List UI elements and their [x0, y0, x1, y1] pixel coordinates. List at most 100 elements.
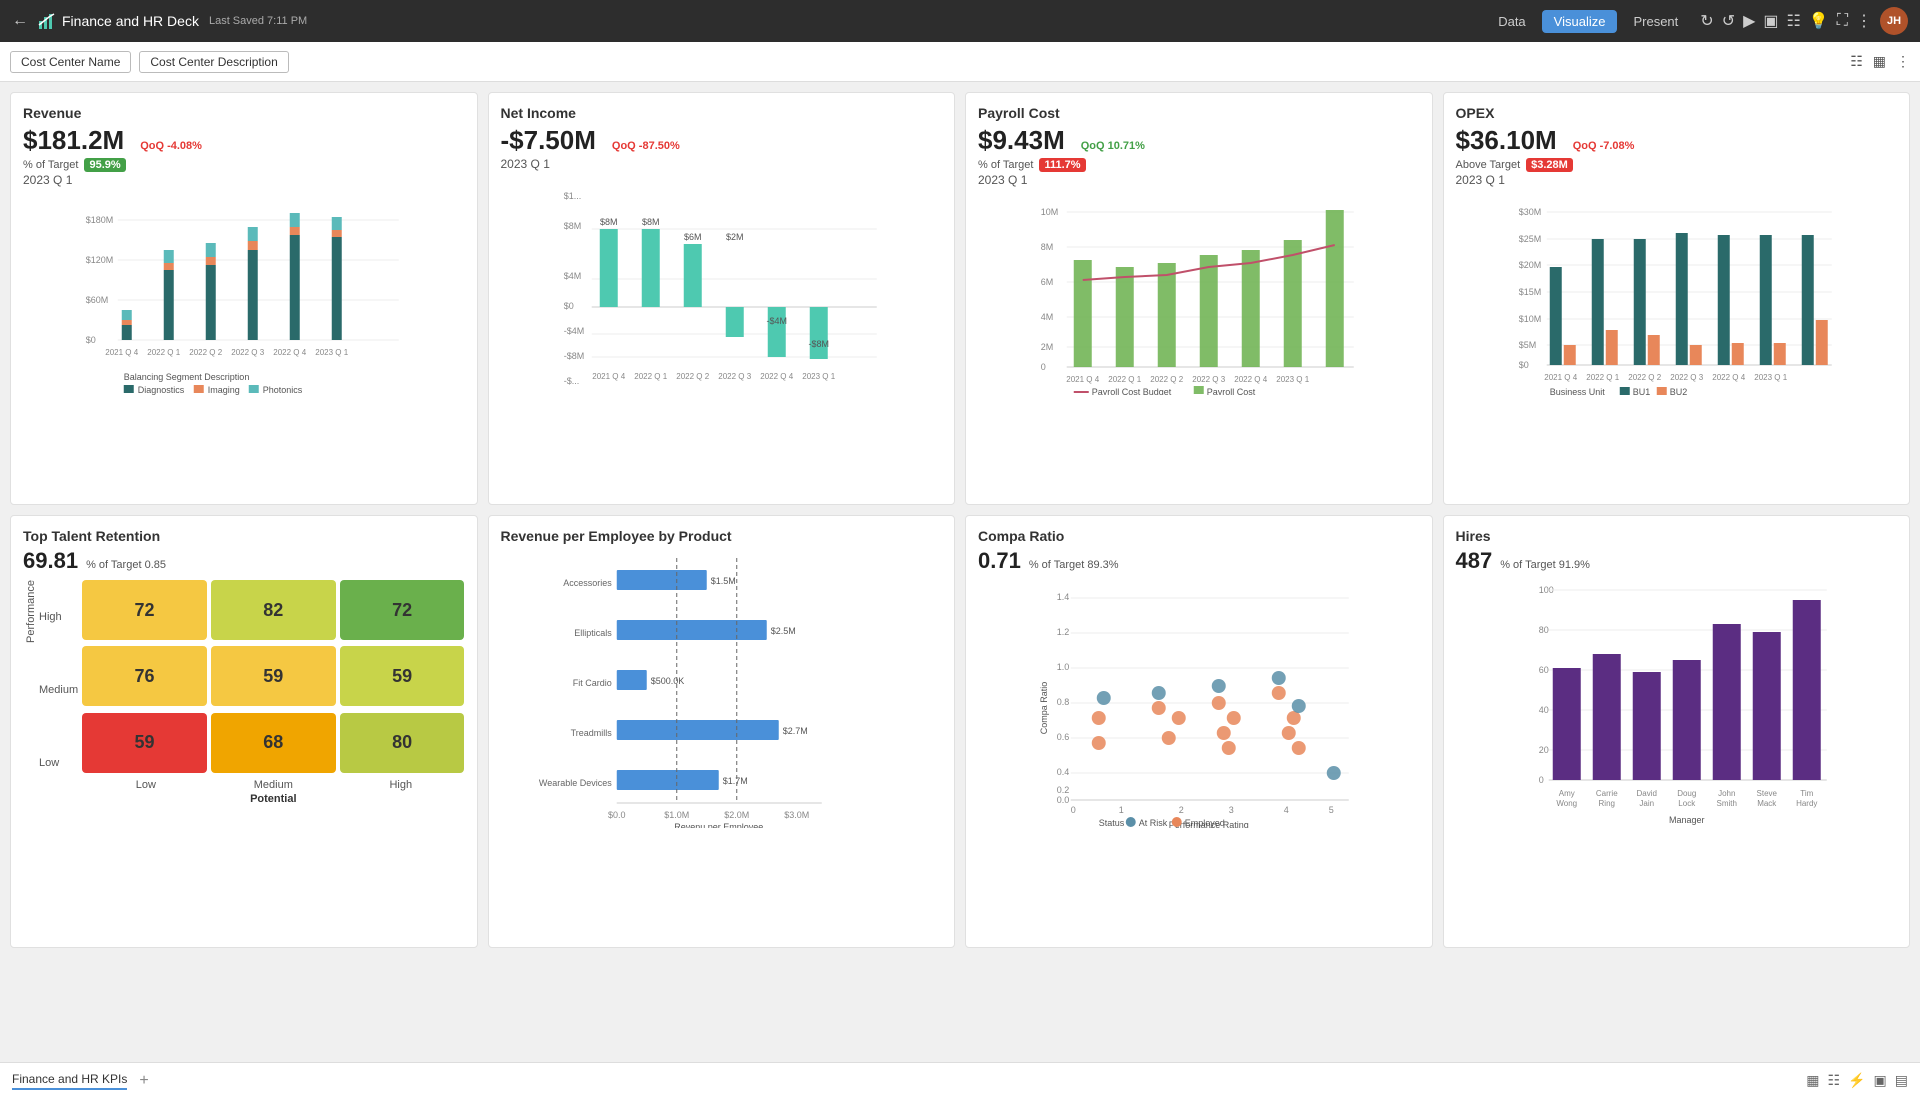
rev-per-employee-title: Revenue per Employee by Product [501, 528, 943, 544]
hires-chart: 100 80 60 40 20 0 [1456, 578, 1898, 841]
svg-text:-$8M: -$8M [563, 351, 584, 361]
layout-icon[interactable]: ▣ [1763, 11, 1778, 31]
nav-data[interactable]: Data [1486, 10, 1537, 33]
svg-text:Carrie: Carrie [1595, 789, 1617, 798]
net-income-chart: $1... $8M $4M $0 -$4M -$8M -$... [501, 179, 943, 392]
svg-text:$10M: $10M [1518, 314, 1541, 324]
filterbar-actions: ☷ ▦ ⋮ [1850, 53, 1910, 70]
back-button[interactable]: ← [12, 12, 28, 30]
svg-text:2022 Q 2: 2022 Q 2 [676, 372, 709, 381]
hires-card: Hires 487 % of Target 91.9% 100 80 60 40… [1443, 515, 1911, 948]
tabbar-kpi-item[interactable]: Finance and HR KPIs [12, 1072, 127, 1090]
svg-text:2022 Q 1: 2022 Q 1 [634, 372, 667, 381]
svg-text:$120M: $120M [86, 255, 114, 265]
lightning-icon[interactable]: ⚡ [1848, 1072, 1865, 1089]
svg-text:2022 Q 2: 2022 Q 2 [1150, 375, 1183, 384]
opex-title: OPEX [1456, 105, 1898, 121]
svg-text:Hardy: Hardy [1796, 799, 1817, 808]
grid-icon[interactable]: ▦ [1873, 53, 1886, 70]
svg-text:BU1: BU1 [1632, 387, 1650, 395]
undo-icon[interactable]: ↻ [1700, 11, 1713, 31]
svg-text:2022 Q 4: 2022 Q 4 [760, 372, 793, 381]
opex-card: OPEX $36.10M QoQ -7.08% Above Target $3.… [1443, 92, 1911, 505]
svg-text:$2.0M: $2.0M [724, 810, 749, 820]
svg-text:2022 Q 2: 2022 Q 2 [1628, 373, 1661, 382]
svg-text:2021 Q 4: 2021 Q 4 [105, 348, 138, 357]
svg-text:2022 Q 3: 2022 Q 3 [1670, 373, 1703, 382]
nav-present[interactable]: Present [1621, 10, 1690, 33]
payroll-card: Payroll Cost $9.43M QoQ 10.71% % of Targ… [965, 92, 1433, 505]
export-icon[interactable]: ⛶ [1837, 12, 1848, 30]
net-income-value: -$7.50M [501, 125, 596, 156]
svg-text:2021 Q 4: 2021 Q 4 [1544, 373, 1577, 382]
svg-text:2022 Q 1: 2022 Q 1 [147, 348, 180, 357]
table-icon[interactable]: ☷ [1787, 11, 1801, 31]
filter-cost-center-desc[interactable]: Cost Center Description [139, 51, 288, 73]
more-options-icon[interactable]: ⋮ [1896, 53, 1910, 70]
tabbar: Finance and HR KPIs + ▦ ☷ ⚡ ▣ ▤ [0, 1062, 1920, 1098]
svg-text:40: 40 [1538, 705, 1548, 715]
svg-text:6M: 6M [1041, 277, 1054, 287]
svg-text:2022 Q 4: 2022 Q 4 [1234, 375, 1267, 384]
filter-icon[interactable]: ☷ [1850, 53, 1863, 70]
layout-mode-icon[interactable]: ▣ [1874, 1072, 1887, 1089]
svg-text:$15M: $15M [1518, 287, 1541, 297]
revenue-period: 2023 Q 1 [23, 173, 465, 187]
table-view-icon[interactable]: ☷ [1828, 1072, 1841, 1089]
svg-text:0.4: 0.4 [1057, 767, 1070, 777]
talent-x-label: Potential [82, 793, 464, 805]
svg-text:-$4M: -$4M [563, 326, 584, 336]
svg-text:60: 60 [1538, 665, 1548, 675]
play-icon[interactable]: ▶ [1743, 11, 1755, 31]
revenue-target: % of Target 95.9% [23, 158, 465, 172]
tabbar-add-button[interactable]: + [139, 1072, 148, 1090]
grid-view-icon[interactable]: ▦ [1806, 1072, 1819, 1089]
compa-ratio-title: Compa Ratio [978, 528, 1420, 544]
talent-cell-high-med: 82 [211, 580, 336, 640]
talent-cell-low-med: 68 [211, 713, 336, 773]
svg-text:$2.5M: $2.5M [770, 626, 795, 636]
talent-cell-high-low: 72 [82, 580, 207, 640]
net-income-period: 2023 Q 1 [501, 157, 943, 171]
svg-text:$1...: $1... [563, 191, 581, 201]
svg-text:2022 Q 1: 2022 Q 1 [1586, 373, 1619, 382]
svg-text:$1.5M: $1.5M [710, 576, 735, 586]
svg-text:3: 3 [1229, 805, 1234, 815]
rev-per-employee-chart: Accessories Ellipticals Fit Cardio Tread… [501, 548, 943, 831]
payroll-title: Payroll Cost [978, 105, 1420, 121]
revenue-card: Revenue $181.2M QoQ -4.08% % of Target 9… [10, 92, 478, 505]
payroll-target: % of Target 111.7% [978, 158, 1420, 172]
svg-text:0.0: 0.0 [1057, 795, 1070, 805]
redo-icon[interactable]: ↺ [1722, 11, 1735, 31]
svg-text:John: John [1718, 789, 1735, 798]
svg-text:$25M: $25M [1518, 234, 1541, 244]
svg-text:David: David [1636, 789, 1656, 798]
user-avatar[interactable]: JH [1880, 7, 1908, 35]
revenue-badge: 95.9% [84, 158, 125, 172]
svg-text:2022 Q 2: 2022 Q 2 [189, 348, 222, 357]
filter-cost-center-name[interactable]: Cost Center Name [10, 51, 131, 73]
revenue-chart: $180M $120M $60M $0 [23, 195, 465, 398]
svg-text:$5M: $5M [1518, 340, 1536, 350]
svg-text:BU2: BU2 [1669, 387, 1687, 395]
svg-text:2022 Q 3: 2022 Q 3 [718, 372, 751, 381]
svg-text:Photonics: Photonics [263, 385, 303, 395]
svg-text:Payroll Cost: Payroll Cost [1207, 387, 1256, 395]
svg-text:$20M: $20M [1518, 260, 1541, 270]
fullscreen-icon[interactable]: ▤ [1895, 1072, 1908, 1089]
svg-text:Amy: Amy [1558, 789, 1574, 798]
svg-text:-$...: -$... [563, 376, 579, 386]
svg-text:0: 0 [1538, 775, 1543, 785]
talent-value: 69.81 [23, 548, 78, 574]
svg-text:Doug: Doug [1677, 789, 1696, 798]
app-logo: Finance and HR Deck Last Saved 7:11 PM [38, 12, 307, 30]
svg-text:1: 1 [1119, 805, 1124, 815]
more-icon[interactable]: ⋮ [1856, 11, 1872, 31]
nav-visualize[interactable]: Visualize [1542, 10, 1618, 33]
compa-ratio-chart: 1.4 1.2 1.0 0.8 0.6 0.4 0.2 0.0 [978, 578, 1420, 831]
svg-text:Payroll Cost Budget: Payroll Cost Budget [1092, 387, 1172, 395]
svg-text:1.2: 1.2 [1057, 627, 1070, 637]
svg-text:$2.7M: $2.7M [782, 726, 807, 736]
talent-cell-med-med: 59 [211, 646, 336, 706]
bulb-icon[interactable]: 💡 [1809, 11, 1829, 31]
